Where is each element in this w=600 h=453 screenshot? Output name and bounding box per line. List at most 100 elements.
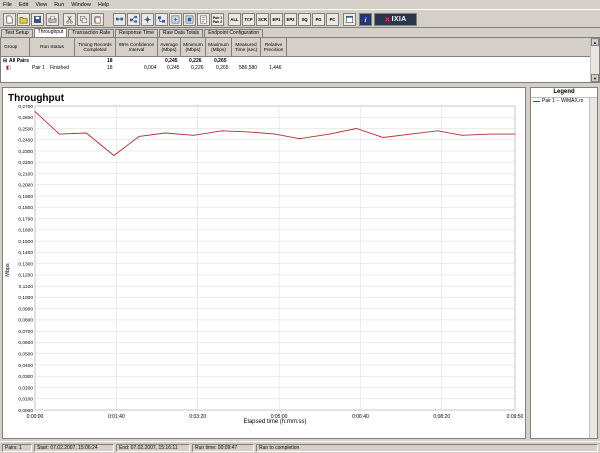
tab-raw-data-totals[interactable]: Raw Data Totals xyxy=(158,29,204,37)
data-point xyxy=(193,134,195,136)
y-tick-label: 0,0000 xyxy=(18,408,33,414)
filter-tcp-button[interactable]: TCP xyxy=(242,13,255,26)
status-pairs: Pairs: 1 xyxy=(2,444,32,452)
col-minimum[interactable]: Minimum (Mbps) xyxy=(181,38,206,57)
help-icon[interactable]: i xyxy=(359,13,372,26)
x-tick-label: 0:03:20 xyxy=(189,414,206,420)
filter-sq-button[interactable]: SQ xyxy=(298,13,311,26)
pair1-group: Pair 1 xyxy=(32,65,46,71)
filter-pc-button[interactable]: PC xyxy=(326,13,339,26)
legend-item-pair-1[interactable]: Pair 1 -- WiMAX.m xyxy=(533,98,583,104)
y-tick-label: 0,1100 xyxy=(19,284,34,290)
results-grid: Group Run Status Timing Records Complete… xyxy=(0,37,600,83)
y-tick-label: 0,1300 xyxy=(18,261,33,267)
chart-title: Throughput xyxy=(8,93,65,104)
svg-text:i: i xyxy=(365,17,367,24)
table-row-all-pairs[interactable]: ⊟ All Pairs 18 0,245 0,226 0,265 xyxy=(1,58,591,65)
expand-icon[interactable]: ⊟ xyxy=(3,58,7,64)
all-pairs-average: 0,245 xyxy=(165,58,178,64)
save-icon[interactable] xyxy=(31,13,44,26)
all-pairs-maximum: 0,265 xyxy=(214,58,227,64)
filter-all-button[interactable]: ALL xyxy=(228,13,241,26)
col-run-status[interactable]: Run Status xyxy=(30,38,75,57)
y-tick-label: 0,1900 xyxy=(18,194,33,200)
data-point xyxy=(382,137,384,139)
col-average[interactable]: Average (Mbps) xyxy=(158,38,181,57)
menu-edit[interactable]: Edit xyxy=(19,2,28,8)
menu-help[interactable]: Help xyxy=(98,2,109,8)
y-tick-label: 0,2500 xyxy=(18,126,33,132)
paste-icon[interactable] xyxy=(91,13,104,26)
tab-response-time[interactable]: Response Time xyxy=(115,29,158,37)
multicast-icon[interactable] xyxy=(141,13,154,26)
new-file-icon[interactable] xyxy=(3,13,16,26)
copy-icon[interactable] xyxy=(77,13,90,26)
x-tick-label: 0:05:00 xyxy=(271,414,288,420)
filter-scr-button[interactable]: SCR xyxy=(256,13,269,26)
filter-ep2-button[interactable]: EP2 xyxy=(284,13,297,26)
filter-ep1-button[interactable]: EP1 xyxy=(270,13,283,26)
y-tick-label: 0,0600 xyxy=(18,340,33,346)
menu-view[interactable]: View xyxy=(35,2,47,8)
x-tick-label: 0:00:00 xyxy=(27,414,44,420)
toolbar: Pair 1 Pair 2 ALL TCP SCR EP1 EP2 SQ PG … xyxy=(0,9,600,28)
col-timing-records[interactable]: Timing Records Completed xyxy=(75,38,116,57)
print-icon[interactable] xyxy=(46,13,59,26)
menu-run[interactable]: Run xyxy=(54,2,64,8)
data-point xyxy=(490,133,492,135)
col-maximum[interactable]: Maximum (Mbps) xyxy=(206,38,232,57)
y-tick-label: 0,2000 xyxy=(18,183,33,189)
open-folder-icon[interactable] xyxy=(17,13,30,26)
table-row-pair-1[interactable]: ◧ Pair 1 Finished 18 0,004 0,245 0,226 0… xyxy=(1,65,591,72)
legend-scrollbar[interactable] xyxy=(589,98,597,438)
col-group[interactable]: Group xyxy=(1,38,30,57)
data-point xyxy=(58,133,60,135)
col-measured-time[interactable]: Measured Time (sec) xyxy=(232,38,261,57)
data-point xyxy=(164,132,166,134)
tab-transaction-rate[interactable]: Transaction Rate xyxy=(68,29,115,37)
pair-icon: ◧ xyxy=(6,65,11,71)
filter-pg-button[interactable]: PG xyxy=(312,13,325,26)
legend-swatch xyxy=(533,100,540,102)
tab-test-setup[interactable]: Test Setup xyxy=(1,29,33,37)
stop-icon[interactable] xyxy=(183,13,196,26)
status-start: Start: 07.02.2007, 15:06:24 xyxy=(34,444,114,452)
col-relative-precision[interactable]: Relative Precision xyxy=(261,38,287,57)
scroll-down-arrow-icon[interactable]: ▼ xyxy=(591,74,599,82)
menu-bar: File Edit View Run Window Help xyxy=(0,0,600,9)
legend-pane: Legend Pair 1 -- WiMAX.m xyxy=(530,87,598,439)
data-point xyxy=(113,155,115,157)
menu-window[interactable]: Window xyxy=(71,2,91,8)
run-icon[interactable] xyxy=(169,13,182,26)
grid-header: Group Run Status Timing Records Complete… xyxy=(1,38,591,57)
tab-endpoint-configuration[interactable]: Endpoint Configuration xyxy=(204,29,264,37)
pair-selector[interactable]: Pair 1 Pair 2 xyxy=(211,13,224,26)
data-point xyxy=(247,131,249,133)
status-end: End: 07.02.2007, 15:16:11 xyxy=(116,444,190,452)
y-tick-label: 0,0300 xyxy=(18,374,33,380)
col-confidence[interactable]: 95% Confidence Interval xyxy=(116,38,158,57)
y-tick-label: 0,1500 xyxy=(18,239,33,245)
cut-icon[interactable] xyxy=(63,13,76,26)
menu-file[interactable]: File xyxy=(3,2,12,8)
add-multicast-icon[interactable] xyxy=(127,13,140,26)
scroll-up-arrow-icon[interactable]: ▲ xyxy=(591,38,599,46)
throughput-chart: Throughput Mbps Elapsed time (h:mm:ss) 0… xyxy=(5,93,524,425)
data-point xyxy=(274,133,276,135)
window-icon[interactable] xyxy=(343,13,356,26)
tab-throughput[interactable]: Throughput xyxy=(33,28,68,37)
x-tick-label: 0:01:40 xyxy=(108,414,125,420)
y-tick-label: 0,0200 xyxy=(18,385,33,391)
grid-scrollbar[interactable]: ▲ ▼ xyxy=(590,38,599,82)
y-tick-label: 0,2100 xyxy=(18,171,33,177)
data-point xyxy=(329,133,331,135)
y-tick-label: 0,1800 xyxy=(18,205,33,211)
report-icon[interactable] xyxy=(197,13,210,26)
y-tick-label: 0,1700 xyxy=(18,216,33,222)
add-pair-icon[interactable] xyxy=(113,13,126,26)
y-tick-label: 0,1400 xyxy=(18,250,33,256)
network-icon[interactable] xyxy=(155,13,168,26)
data-point xyxy=(461,134,463,136)
y-tick-label: 0,2300 xyxy=(18,149,33,155)
y-tick-label: 0,0100 xyxy=(18,397,33,403)
